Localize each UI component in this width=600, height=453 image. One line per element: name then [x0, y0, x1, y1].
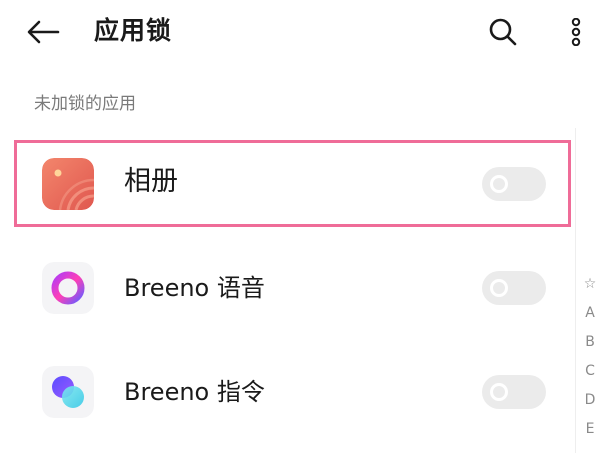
page-title: 应用锁 — [94, 16, 173, 45]
index-divider — [575, 128, 576, 453]
lock-toggle-gallery[interactable] — [482, 167, 546, 201]
lock-toggle-breeno-command[interactable] — [482, 375, 546, 409]
index-letter-c[interactable]: C — [580, 357, 600, 386]
index-letter-e[interactable]: E — [580, 415, 600, 444]
app-row-breeno-command[interactable]: Breeno 指令 — [20, 350, 565, 434]
toggle-knob — [490, 175, 508, 193]
index-letter-b[interactable]: B — [580, 328, 600, 357]
back-arrow-icon — [27, 20, 60, 44]
toggle-knob — [490, 383, 508, 401]
app-name: Breeno 指令 — [124, 378, 265, 406]
more-vertical-icon — [571, 18, 581, 46]
back-button[interactable] — [26, 14, 66, 50]
app-row-breeno-voice[interactable]: Breeno 语音 — [20, 246, 565, 330]
app-row-gallery[interactable]: 相册 — [20, 142, 565, 226]
index-letter-d[interactable]: D — [580, 386, 600, 415]
toggle-knob — [490, 279, 508, 297]
gallery-icon — [42, 158, 94, 210]
title-bar: 应用锁 — [0, 0, 600, 64]
index-favorites[interactable]: ☆ — [580, 270, 600, 299]
app-name: 相册 — [124, 166, 178, 197]
search-button[interactable] — [483, 12, 523, 52]
breeno-command-icon — [42, 366, 94, 418]
alphabet-index-bar[interactable]: ☆ A B C D E — [580, 270, 600, 444]
more-options-button[interactable] — [562, 12, 590, 52]
index-letter-a[interactable]: A — [580, 299, 600, 328]
search-icon — [489, 18, 517, 46]
lock-toggle-breeno-voice[interactable] — [482, 271, 546, 305]
app-name: Breeno 语音 — [124, 274, 265, 302]
breeno-voice-icon — [42, 262, 94, 314]
section-label-unlocked-apps: 未加锁的应用 — [34, 94, 136, 114]
